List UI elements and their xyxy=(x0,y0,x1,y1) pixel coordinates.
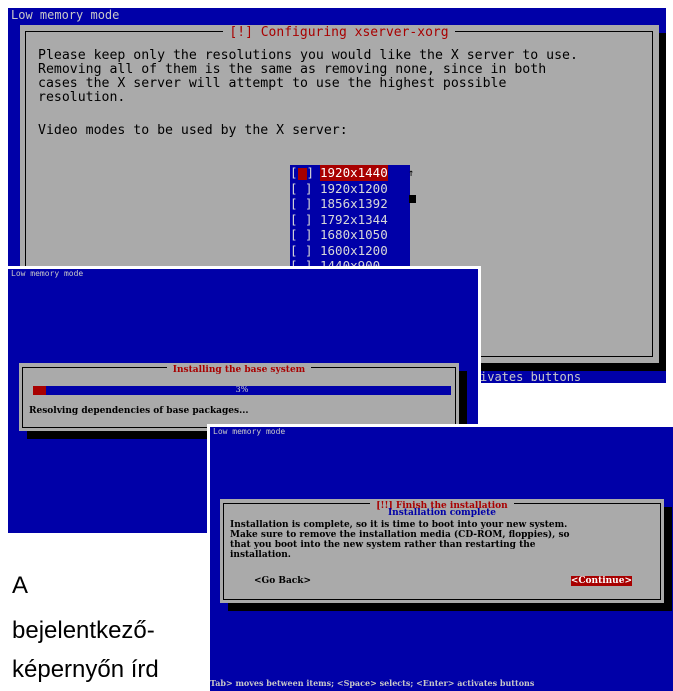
checkbox[interactable]: [ ] xyxy=(290,181,320,197)
video-mode-label: 1856x1392 xyxy=(320,196,388,211)
checkbox[interactable]: [ ] xyxy=(290,212,320,228)
dialog-frame: [!!] Finish the installation Installatio… xyxy=(223,501,661,600)
base-install-dialog: Installing the base system 3% Resolving … xyxy=(19,363,459,431)
finish-dialog: [!!] Finish the installation Installatio… xyxy=(220,499,664,603)
video-mode-item[interactable]: [ ] 1680x1050 xyxy=(290,227,410,243)
low-memory-label: Low memory mode xyxy=(213,427,286,436)
video-mode-item[interactable]: [ ] 1792x1344 xyxy=(290,212,410,228)
video-mode-label: 1680x1050 xyxy=(320,227,388,242)
caption-line-2: bejelentkező- xyxy=(12,617,155,644)
checkbox[interactable]: [] xyxy=(290,165,320,181)
video-mode-label: 1600x1200 xyxy=(320,242,388,258)
dialog-message: Installation is complete, so it is time … xyxy=(230,520,570,560)
dialog-title: [!] Configuring xserver-xorg xyxy=(223,25,455,40)
low-memory-label: Low memory mode xyxy=(11,8,120,22)
progress-percent: 3% xyxy=(235,385,249,394)
dialog-message: Please keep only the resolutions you wou… xyxy=(38,48,578,105)
dialog-frame: Installing the base system 3% Resolving … xyxy=(22,365,456,428)
video-mode-list[interactable]: [] 1920x1440[ ] 1920x1200[ ] 1856x1392[ ] 17… xyxy=(290,165,410,275)
video-mode-label: 1920x1440 xyxy=(320,165,388,181)
video-mode-item[interactable]: [] 1920x1440 xyxy=(290,165,410,181)
dialog-title: Installing the base system xyxy=(166,365,312,375)
checkbox[interactable]: [ ] xyxy=(290,227,320,243)
video-mode-item[interactable]: [ ] 1856x1392 xyxy=(290,196,410,212)
cursor-mark xyxy=(297,167,307,180)
finish-install-screenshot: Low memory mode [!!] Finish the installa… xyxy=(207,424,673,691)
caption-line-1: A xyxy=(12,572,29,599)
caption-line-3: képernyőn írd xyxy=(12,656,159,683)
checkbox[interactable]: [ ] xyxy=(290,196,320,212)
video-mode-label: 1920x1200 xyxy=(320,180,388,196)
go-back-button[interactable]: <Go Back> xyxy=(254,576,311,586)
video-mode-item[interactable]: [ ] 1920x1200 xyxy=(290,181,410,197)
progress-bar: 3% xyxy=(33,385,451,395)
list-label: Video modes to be used by the X server: xyxy=(38,123,348,138)
key-hint: Tab> moves between items; <Space> select… xyxy=(210,678,535,688)
continue-button[interactable]: <Continue> xyxy=(570,576,632,586)
key-hint-fragment: ivates buttons xyxy=(480,370,582,383)
low-memory-label: Low memory mode xyxy=(11,269,84,278)
checkbox[interactable]: [ ] xyxy=(290,243,320,259)
progress-status: Resolving dependencies of base packages.… xyxy=(29,406,249,416)
video-mode-item[interactable]: [ ] 1600x1200 xyxy=(290,243,410,259)
scroll-up-arrow-icon[interactable]: ↑ xyxy=(408,168,414,179)
dialog-subtitle: Installation complete xyxy=(387,508,497,518)
video-mode-label: 1792x1344 xyxy=(320,211,388,227)
scrollbar-thumb[interactable] xyxy=(409,195,416,203)
